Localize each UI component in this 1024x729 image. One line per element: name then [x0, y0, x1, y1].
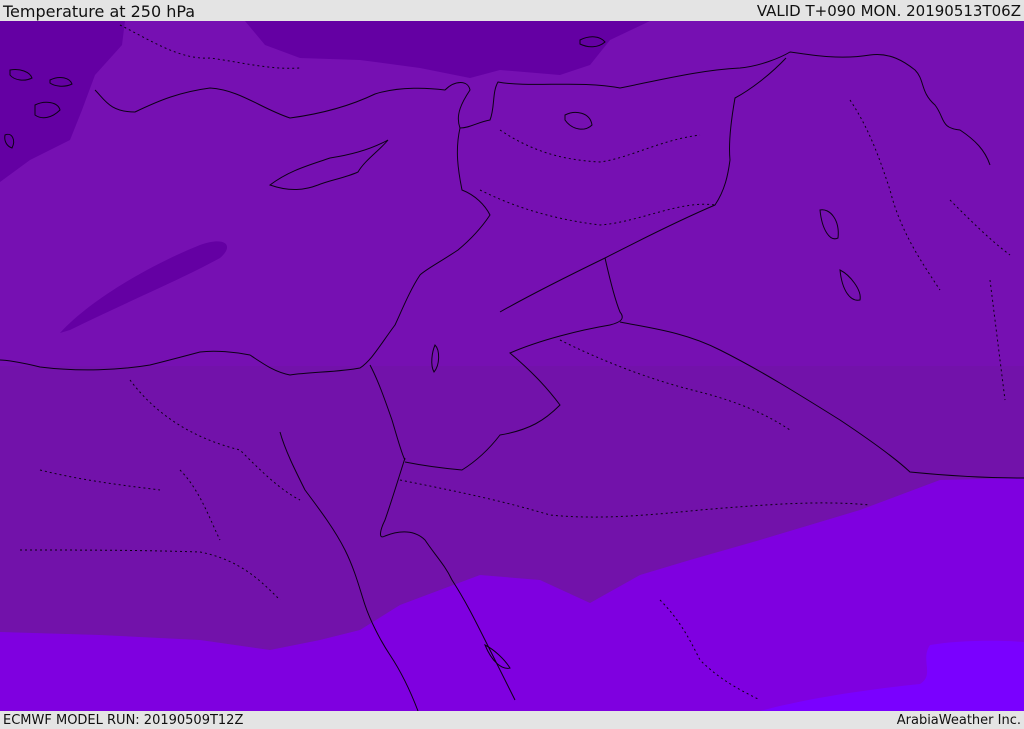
credit-label: ArabiaWeather Inc. [896, 713, 1021, 728]
header-bar: Temperature at 250 hPa VALID T+090 MON. … [0, 0, 1024, 21]
valid-time: VALID T+090 MON. 20190513T06Z [756, 2, 1021, 20]
temperature-map [0, 21, 1024, 711]
map-canvas [0, 21, 1024, 711]
map-frame: Temperature at 250 hPa VALID T+090 MON. … [0, 0, 1024, 729]
map-title: Temperature at 250 hPa [3, 2, 196, 21]
footer-bar: ECMWF MODEL RUN: 20190509T12Z ArabiaWeat… [0, 711, 1024, 729]
model-run: ECMWF MODEL RUN: 20190509T12Z [3, 713, 244, 728]
